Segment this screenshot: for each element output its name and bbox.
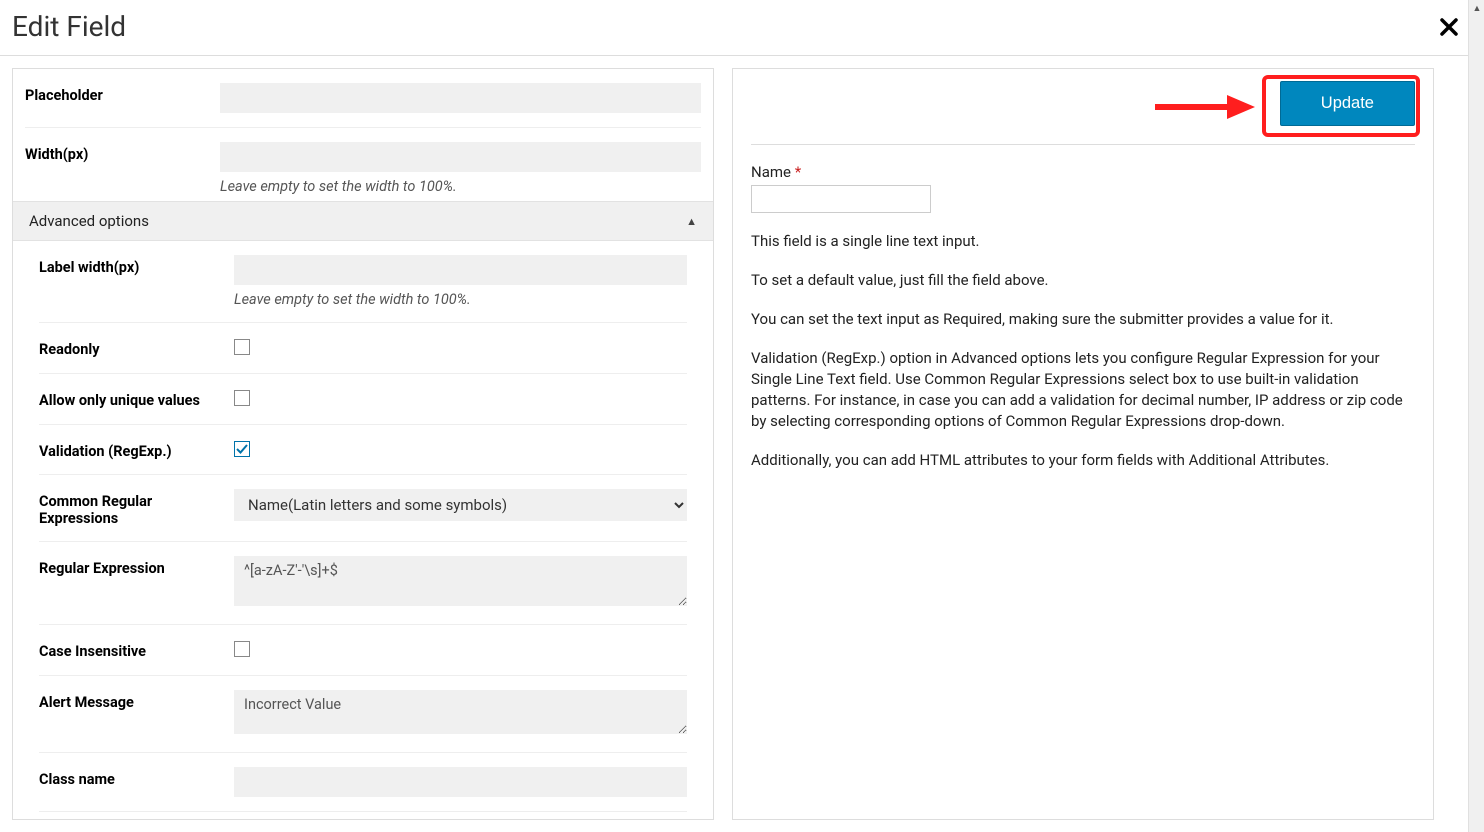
modal-body: Placeholder Width(px) Leave empty to set… bbox=[0, 56, 1484, 832]
case-row: Case Insensitive bbox=[39, 625, 687, 676]
advanced-options-toggle[interactable]: Advanced options ▲ bbox=[13, 201, 713, 241]
label-width-label: Label width(px) bbox=[39, 255, 234, 276]
help-text-2: To set a default value, just fill the fi… bbox=[751, 270, 1415, 291]
label-width-row: Label width(px) Leave empty to set the w… bbox=[39, 241, 687, 323]
modal-header: Edit Field bbox=[0, 0, 1484, 56]
advanced-options-content: Label width(px) Leave empty to set the w… bbox=[13, 241, 713, 819]
form-settings-panel: Placeholder Width(px) Leave empty to set… bbox=[12, 68, 714, 820]
width-row: Width(px) Leave empty to set the width t… bbox=[25, 128, 701, 201]
case-label: Case Insensitive bbox=[39, 639, 234, 660]
unique-row: Allow only unique values bbox=[39, 374, 687, 425]
readonly-checkbox[interactable] bbox=[234, 339, 250, 355]
additional-attributes-row: Additional Attributes bbox=[39, 812, 687, 819]
readonly-label: Readonly bbox=[39, 337, 234, 358]
modal-title: Edit Field bbox=[12, 10, 126, 43]
regex-label: Regular Expression bbox=[39, 556, 234, 577]
width-label: Width(px) bbox=[25, 142, 220, 163]
common-regex-row: Common Regular Expressions Name(Latin le… bbox=[39, 475, 687, 542]
unique-label: Allow only unique values bbox=[39, 388, 234, 409]
scroll-up-icon[interactable]: ▲ bbox=[1469, 0, 1484, 16]
class-label: Class name bbox=[39, 767, 234, 788]
width-hint: Leave empty to set the width to 100%. bbox=[220, 178, 701, 195]
advanced-options-label: Advanced options bbox=[29, 212, 149, 230]
annotation-arrow-icon bbox=[1155, 93, 1255, 121]
help-text-3: You can set the text input as Required, … bbox=[751, 309, 1415, 330]
required-star-icon: * bbox=[795, 163, 801, 181]
validation-checkbox[interactable] bbox=[234, 441, 250, 457]
chevron-up-icon: ▲ bbox=[686, 215, 697, 228]
label-width-hint: Leave empty to set the width to 100%. bbox=[234, 291, 687, 308]
page-scrollbar[interactable]: ▲ bbox=[1468, 0, 1484, 832]
update-button[interactable]: Update bbox=[1280, 81, 1415, 126]
width-input[interactable] bbox=[220, 142, 701, 172]
placeholder-label: Placeholder bbox=[25, 83, 220, 104]
preview-name-input[interactable] bbox=[751, 185, 931, 213]
alert-label: Alert Message bbox=[39, 690, 234, 711]
preview-panel: Update Name * This field is a single lin… bbox=[732, 68, 1434, 820]
validation-label: Validation (RegExp.) bbox=[39, 439, 234, 460]
edit-field-modal: Edit Field Placeholder Width(px) Lea bbox=[0, 0, 1484, 832]
form-settings-scroll[interactable]: Placeholder Width(px) Leave empty to set… bbox=[13, 69, 713, 819]
regex-row: Regular Expression ^[a-zA-Z'-'\s]+$ bbox=[39, 542, 687, 625]
regex-input[interactable]: ^[a-zA-Z'-'\s]+$ bbox=[234, 556, 687, 606]
case-checkbox[interactable] bbox=[234, 641, 250, 657]
update-row: Update bbox=[751, 81, 1415, 145]
preview-field-label: Name * bbox=[751, 163, 1415, 181]
common-regex-label: Common Regular Expressions bbox=[39, 489, 234, 527]
class-input[interactable] bbox=[234, 767, 687, 797]
label-width-input[interactable] bbox=[234, 255, 687, 285]
help-text-5: Additionally, you can add HTML attribute… bbox=[751, 450, 1415, 471]
alert-input[interactable]: Incorrect Value bbox=[234, 690, 687, 734]
close-icon[interactable] bbox=[1436, 14, 1462, 45]
class-row: Class name bbox=[39, 753, 687, 812]
unique-checkbox[interactable] bbox=[234, 390, 250, 406]
placeholder-row: Placeholder bbox=[25, 69, 701, 128]
placeholder-input[interactable] bbox=[220, 83, 701, 113]
common-regex-select[interactable]: Name(Latin letters and some symbols) bbox=[234, 489, 687, 521]
readonly-row: Readonly bbox=[39, 323, 687, 374]
alert-row: Alert Message Incorrect Value bbox=[39, 676, 687, 753]
help-text-4: Validation (RegExp.) option in Advanced … bbox=[751, 348, 1415, 432]
validation-row: Validation (RegExp.) bbox=[39, 425, 687, 475]
help-text-1: This field is a single line text input. bbox=[751, 231, 1415, 252]
